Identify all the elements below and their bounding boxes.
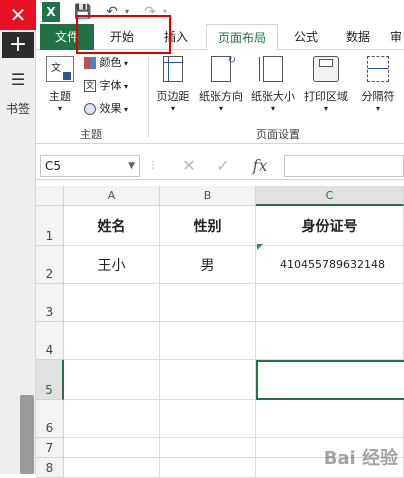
insert-function-icon[interactable]: fx <box>244 155 276 177</box>
cell-b2[interactable]: 男 <box>160 246 256 284</box>
themes-icon: 文 <box>46 56 74 82</box>
enter-icon[interactable]: ✓ <box>208 155 238 177</box>
orientation-icon: ↻ <box>211 55 236 82</box>
themes-dropdown-icon: ▾ <box>57 104 62 113</box>
cell-a4[interactable] <box>64 322 160 360</box>
tab-review[interactable]: 审 <box>388 24 404 50</box>
name-box-value: C5 <box>45 159 62 173</box>
cell-a6[interactable] <box>64 400 160 438</box>
cell-a7[interactable] <box>64 438 160 458</box>
cell-a5[interactable] <box>64 360 160 400</box>
menu-icon[interactable]: ☰ <box>0 70 36 89</box>
margins-label: 页边距 <box>156 90 190 103</box>
row-header-4[interactable]: 4 <box>36 322 64 360</box>
breaks-label: 分隔符 <box>361 90 395 103</box>
fonts-icon: 文 <box>84 80 96 92</box>
excel-window: X 💾 ↶ ▾ ↷ ▾ 文件 开始 插入 页面布局 公式 数据 审 文 主题 ▾… <box>36 0 404 478</box>
cell-c3[interactable] <box>256 284 404 322</box>
cell-a8[interactable] <box>64 458 160 478</box>
tab-page-layout[interactable]: 页面布局 <box>206 24 278 51</box>
margins-icon <box>163 56 183 82</box>
tab-formulas[interactable]: 公式 <box>286 24 326 50</box>
cell-b4[interactable] <box>160 322 256 360</box>
row-header-3[interactable]: 3 <box>36 284 64 322</box>
formula-bar-grip-icon: ⋮ <box>148 160 158 171</box>
row-header-6[interactable]: 6 <box>36 400 64 438</box>
name-box[interactable]: C5 ▼ <box>40 155 140 177</box>
bookmark-button[interactable]: 书签 <box>0 100 36 117</box>
row-header-5[interactable]: 5 <box>36 360 64 400</box>
cell-b5[interactable] <box>160 360 256 400</box>
print-area-label: 打印区域 <box>304 90 348 103</box>
formula-bar: C5 ▼ ⋮ ✕ ✓ fx <box>36 144 404 180</box>
cell-a2[interactable]: 王小 <box>64 246 160 284</box>
sidebar-scrollbar[interactable] <box>20 395 34 474</box>
group-label-theme: 主题 <box>80 128 102 141</box>
column-header-b[interactable]: B <box>160 186 256 206</box>
cell-c1[interactable]: 身份证号 <box>256 206 404 246</box>
fonts-button[interactable]: 文 字体 ▾ <box>84 77 144 93</box>
column-header-a[interactable]: A <box>64 186 160 206</box>
select-all-corner[interactable] <box>36 186 64 206</box>
close-icon[interactable]: ✕ <box>0 0 36 30</box>
colors-label: 颜色 <box>99 56 122 69</box>
colors-icon <box>84 57 96 69</box>
effects-button[interactable]: 效果 ▾ <box>84 100 144 116</box>
row-header-7[interactable]: 7 <box>36 438 64 458</box>
row-header-1[interactable]: 1 <box>36 206 64 246</box>
group-label-page-setup: 页面设置 <box>256 128 300 141</box>
breaks-button[interactable]: 分隔符 ▾ <box>354 56 402 113</box>
themes-label: 主题 <box>49 90 71 103</box>
new-tab-button[interactable]: + <box>2 32 34 58</box>
themes-button[interactable]: 文 主题 ▾ <box>40 56 80 113</box>
size-icon <box>259 56 283 82</box>
error-indicator-icon[interactable] <box>257 244 263 250</box>
print-area-button[interactable]: 打印区域 ▾ <box>300 56 352 113</box>
size-button[interactable]: 纸张大小 ▾ <box>248 56 298 113</box>
size-label: 纸张大小 <box>251 90 295 103</box>
cell-b1[interactable]: 性别 <box>160 206 256 246</box>
margins-button[interactable]: 页边距 ▾ <box>152 56 194 113</box>
fonts-label: 字体 <box>99 79 122 92</box>
column-header-c[interactable]: C <box>256 186 404 206</box>
orientation-button[interactable]: ↻ 纸张方向 ▾ <box>196 55 246 113</box>
ribbon-separator <box>148 56 149 138</box>
cell-b3[interactable] <box>160 284 256 322</box>
cell-a3[interactable] <box>64 284 160 322</box>
cell-b7[interactable] <box>160 438 256 458</box>
effects-label: 效果 <box>99 102 122 115</box>
excel-logo-icon: X <box>42 2 60 22</box>
watermark: Bai 经验 <box>323 448 398 469</box>
cell-c6[interactable] <box>256 400 404 438</box>
cell-b8[interactable] <box>160 458 256 478</box>
cell-c2[interactable]: 410455789632148 <box>256 246 404 284</box>
cancel-icon[interactable]: ✕ <box>174 155 204 177</box>
ribbon-page-layout: 文 主题 ▾ 颜色 ▾ 文 字体 ▾ 效果 ▾ 主题 页边距 ▾ ↻ 纸张方向 … <box>36 50 404 144</box>
printer-icon <box>313 56 339 82</box>
formula-input[interactable] <box>284 155 404 177</box>
annotation-highlight-box <box>76 15 171 54</box>
cell-a1[interactable]: 姓名 <box>64 206 160 246</box>
spreadsheet-grid: A B C 1 2 3 4 5 6 7 8 姓名 性别 身份证号 王小 男 41… <box>36 180 404 478</box>
row-header-8[interactable]: 8 <box>36 458 64 478</box>
cell-b6[interactable] <box>160 400 256 438</box>
selected-cell-c5[interactable] <box>256 360 404 400</box>
breaks-icon <box>367 56 389 82</box>
orientation-label: 纸张方向 <box>199 90 243 103</box>
colors-button[interactable]: 颜色 ▾ <box>84 54 144 70</box>
chevron-down-icon[interactable]: ▼ <box>128 156 135 176</box>
browser-sidebar: ✕ + ☰ 书签 <box>0 0 36 474</box>
effects-icon <box>84 103 96 115</box>
tab-data[interactable]: 数据 <box>336 24 380 50</box>
row-header-2[interactable]: 2 <box>36 246 64 284</box>
cell-c4[interactable] <box>256 322 404 360</box>
